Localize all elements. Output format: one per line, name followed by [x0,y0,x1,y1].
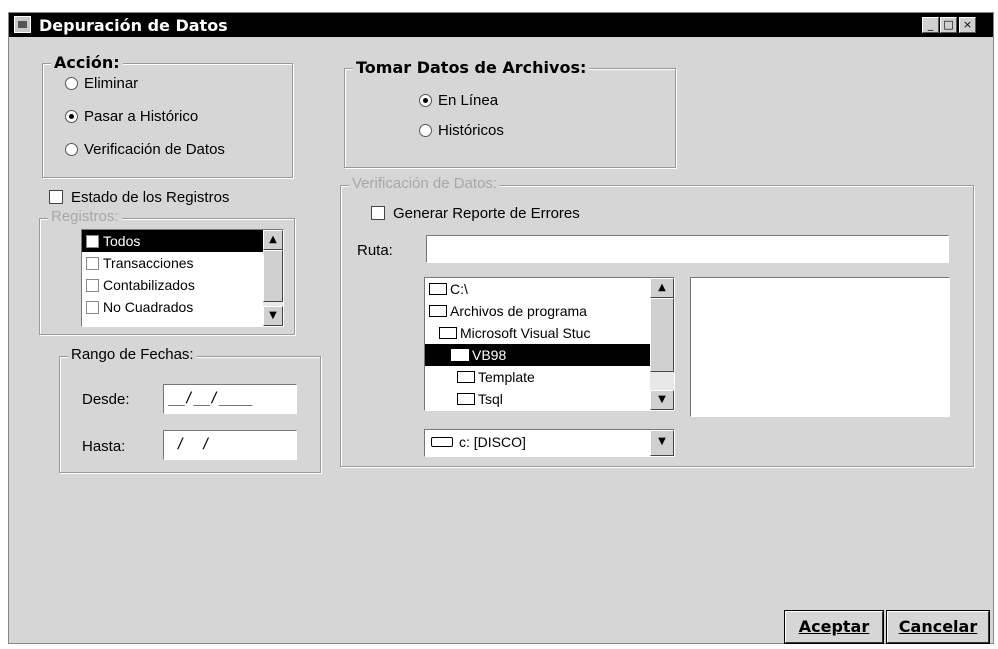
aceptar-button[interactable]: Aceptar [785,611,883,643]
estado-registros-checkbox[interactable]: Estado de los Registros [49,188,229,208]
registro-item-label: Transacciones [103,255,194,271]
registro-checkbox[interactable] [86,301,99,314]
registros-group: Registros: Todos Transacciones Contabili… [39,208,295,335]
hasta-label: Hasta: [82,438,126,455]
accion-group: Acción: Eliminar Pasar a Histórico Verif… [42,53,293,178]
close-button[interactable]: × [959,17,976,33]
drive-select-value: c: [DISCO] [459,434,526,450]
radio-verificacion-label: Verificación de Datos [84,141,225,158]
registro-checkbox[interactable] [86,279,99,292]
cancelar-button-label: Cancelar [898,617,978,636]
scroll-up-arrow-icon[interactable]: ▲ [263,230,283,250]
registros-listbox[interactable]: Todos Transacciones Contabilizados No Cu… [81,229,284,327]
radio-en-linea-label: En Línea [438,92,499,109]
radio-eliminar-indicator[interactable] [65,77,78,90]
directory-item[interactable]: Archivos de programa [425,300,674,322]
aceptar-button-label: Aceptar [798,617,870,636]
verificacion-legend: Verificación de Datos: [349,175,501,192]
directory-item[interactable]: C:\ [425,278,674,300]
radio-historicos-indicator[interactable] [419,124,432,137]
minimize-button[interactable]: _ [922,17,939,33]
estado-registros-label: Estado de los Registros [71,189,230,206]
maximize-button[interactable]: □ [940,17,957,33]
radio-eliminar[interactable]: Eliminar [65,74,138,94]
folder-icon [457,393,475,405]
scroll-down-arrow-icon[interactable]: ▼ [263,306,283,326]
scroll-down-arrow-icon[interactable]: ▼ [650,390,674,410]
cancelar-button[interactable]: Cancelar [887,611,989,643]
accion-legend: Acción: [51,53,123,72]
folder-icon [457,371,475,383]
generar-reporte-checkbox[interactable]: Generar Reporte de Errores [371,204,580,224]
directory-item[interactable]: Microsoft Visual Stuc [425,322,674,344]
directory-item[interactable]: VB98 [425,344,674,366]
registro-checkbox[interactable] [86,257,99,270]
open-folder-icon [439,327,457,339]
hasta-date-input[interactable]: / / [163,430,297,460]
radio-pasar-historico[interactable]: Pasar a Histórico [65,107,198,127]
desde-date-input[interactable]: __/__/____ [163,384,297,414]
drive-icon [431,437,453,447]
dropdown-arrow-icon[interactable]: ▼ [650,430,674,456]
directory-item-label: Archivos de programa [450,303,587,319]
file-listbox[interactable] [690,277,950,417]
radio-historicos-label: Históricos [438,122,504,139]
open-folder-icon [429,305,447,317]
scroll-thumb[interactable] [263,250,283,302]
directory-listbox[interactable]: C:\ Archivos de programa Microsoft Visua… [424,277,675,411]
open-folder-icon [451,349,469,361]
desde-label: Desde: [82,391,130,408]
ruta-input[interactable] [426,235,949,263]
registros-legend: Registros: [48,208,122,225]
generar-reporte-box[interactable] [371,206,385,220]
radio-pasar-historico-indicator[interactable] [65,110,78,123]
directory-item[interactable]: Tsql [425,388,674,410]
registros-item[interactable]: Contabilizados [82,274,283,296]
radio-eliminar-label: Eliminar [84,75,139,92]
registros-scrollbar[interactable]: ▲ ▼ [263,230,283,326]
ruta-label: Ruta: [357,242,393,259]
directory-item-label: Microsoft Visual Stuc [460,325,591,341]
radio-historicos[interactable]: Históricos [419,121,504,141]
registro-item-label: Todos [103,233,141,249]
registros-item[interactable]: Transacciones [82,252,283,274]
radio-pasar-historico-label: Pasar a Histórico [84,108,199,125]
registro-item-label: Contabilizados [103,277,195,293]
depuracion-dialog: Depuración de Datos _ □ × Acción: Elimin… [8,12,994,644]
radio-verificacion-indicator[interactable] [65,143,78,156]
estado-registros-box[interactable] [49,190,63,204]
scroll-up-arrow-icon[interactable]: ▲ [650,278,674,298]
open-folder-icon [429,283,447,295]
scroll-thumb[interactable] [650,298,674,372]
drive-select[interactable]: c: [DISCO] ▼ [424,429,675,457]
radio-en-linea[interactable]: En Línea [419,91,498,111]
radio-verificacion[interactable]: Verificación de Datos [65,140,225,160]
verificacion-group: Verificación de Datos: Generar Reporte d… [340,175,974,467]
generar-reporte-label: Generar Reporte de Errores [393,205,580,222]
registro-item-label: No Cuadrados [103,299,194,315]
radio-en-linea-indicator[interactable] [419,94,432,107]
window-title: Depuración de Datos [39,16,228,35]
directory-item-label: C:\ [450,281,468,297]
rango-fechas-group: Rango de Fechas: Desde: __/__/____ Hasta… [59,346,321,473]
tomar-datos-legend: Tomar Datos de Archivos: [353,58,590,77]
title-bar: Depuración de Datos _ □ × [9,13,993,37]
registros-item[interactable]: No Cuadrados [82,296,283,318]
rango-fechas-legend: Rango de Fechas: [68,346,197,363]
directory-item-label: VB98 [472,347,507,363]
tomar-datos-group: Tomar Datos de Archivos: En Línea Histór… [344,58,676,168]
window-menu-icon[interactable] [14,16,31,33]
directory-item-label: Tsql [478,391,503,407]
directory-scrollbar[interactable]: ▲ ▼ [650,278,674,410]
directory-item-label: Template [478,369,535,385]
registros-item[interactable]: Todos [82,230,283,252]
directory-item[interactable]: Template [425,366,674,388]
registro-checkbox[interactable] [86,235,99,248]
